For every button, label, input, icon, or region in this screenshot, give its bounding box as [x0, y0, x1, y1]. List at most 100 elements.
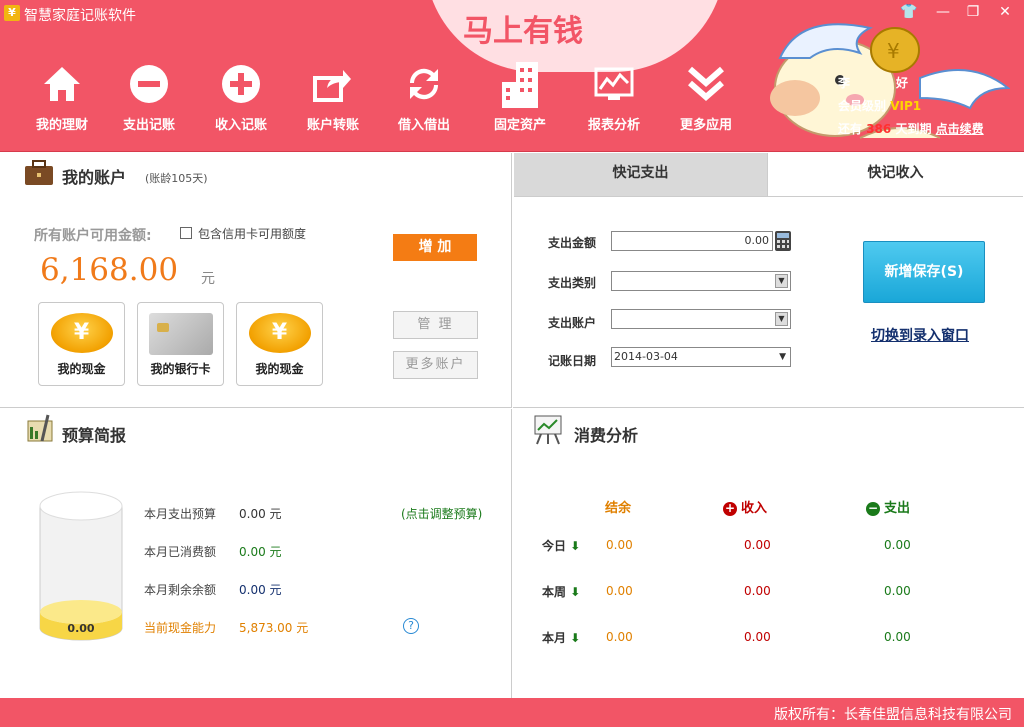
bank-card-icon [148, 313, 213, 355]
date-picker[interactable]: 2014-03-04 ▼ [611, 347, 791, 367]
nav-label: 我的理财 [35, 118, 88, 133]
arrow-down-icon: ⬇ [570, 539, 581, 553]
briefcase-icon [25, 160, 53, 185]
renew-link[interactable]: 点击续费 [936, 122, 984, 136]
header-income: + 收入 [723, 501, 768, 516]
nav-expense[interactable]: 支出记账 [109, 62, 189, 133]
window-title: 智慧家庭记账软件 [24, 8, 136, 24]
analysis-row-month: 本月 ⬇ [542, 631, 581, 645]
amount-input[interactable]: 0.00 [611, 231, 773, 251]
nav-borrow-lend[interactable]: 借入借出 [384, 62, 464, 133]
budget-title: 预算简报 [62, 426, 127, 445]
available-label: 所有账户可用金额: [34, 228, 152, 244]
budget-row: 本月剩余余额 0.00 元 [144, 583, 282, 597]
header-balance: 结余 [605, 501, 632, 516]
transfer-icon [311, 62, 355, 106]
analysis-title: 消费分析 [574, 426, 639, 445]
nav-label: 支出记账 [122, 118, 175, 133]
month-balance: 0.00 [606, 630, 633, 644]
credit-checkbox-label: 包含信用卡可用额度 [198, 227, 307, 241]
account-card-label: 我的现金 [57, 362, 106, 376]
week-balance: 0.00 [606, 584, 633, 598]
total-amount: 6,168.00 [40, 252, 179, 288]
account-card-cash-2[interactable]: ¥ 我的现金 [236, 302, 323, 386]
account-card-label: 我的银行卡 [150, 362, 211, 376]
budget-row: 本月支出预算 0.00 元 [144, 507, 282, 521]
analysis-row-week: 本周 ⬇ [542, 585, 581, 599]
account-title: 我的账户 [62, 168, 127, 187]
help-icon[interactable]: ? [403, 618, 419, 634]
analysis-panel [513, 409, 1024, 698]
yuan-coin-icon: ¥ [248, 313, 311, 353]
account-card-label: 我的现金 [255, 362, 304, 376]
slogan-text: 马上有钱 [463, 14, 583, 49]
month-expense: 0.00 [884, 630, 911, 644]
app-logo-icon: ¥ [4, 5, 20, 21]
user-greeting: 李 好 [838, 76, 908, 90]
minus-circle-icon [127, 62, 171, 106]
month-income: 0.00 [744, 630, 771, 644]
presentation-board-icon [534, 415, 562, 445]
nav-label: 更多应用 [679, 118, 732, 133]
tab-quick-income[interactable]: 快记收入 [767, 153, 1023, 197]
week-expense: 0.00 [884, 584, 911, 598]
minus-circle-icon: − [866, 501, 880, 516]
nav-reports[interactable]: 报表分析 [574, 62, 654, 133]
copyright-text: 版权所有：长春佳盟信息科技有限公司 [774, 707, 1012, 723]
week-income: 0.00 [744, 584, 771, 598]
calculator-icon[interactable] [774, 230, 792, 252]
nav-label: 固定资产 [493, 118, 546, 133]
amount-unit: 元 [201, 271, 215, 287]
nav-income[interactable]: 收入记账 [201, 62, 281, 133]
nav-my-finance[interactable]: 我的理财 [22, 62, 102, 133]
app-header: ¥ 智慧家庭记账软件 马上有钱 👕 — ❐ ✕ 我的理财 支出记账 收入记账 账… [0, 0, 1024, 152]
category-label: 支出类别 [548, 276, 597, 290]
budget-row: 本月已消费额 0.00 元 [144, 545, 282, 559]
switch-window-link[interactable]: 切换到录入窗口 [871, 325, 969, 345]
chart-icon [592, 62, 636, 106]
tab-quick-expense[interactable]: 快记支出 [514, 153, 767, 197]
plus-circle-icon [219, 62, 263, 106]
plus-circle-icon: + [723, 501, 737, 516]
budget-notebook-icon [27, 414, 53, 442]
date-label: 记账日期 [548, 354, 597, 368]
nav-fixed-assets[interactable]: 固定资产 [480, 62, 560, 133]
today-balance: 0.00 [606, 538, 633, 552]
save-button[interactable]: 新增保存(S) [863, 241, 985, 303]
dropdown-arrow-icon: ▼ [775, 274, 788, 288]
more-accounts-button[interactable]: 更多账户 [393, 351, 478, 379]
chevron-down-icon [684, 62, 728, 106]
analysis-row-today: 今日 ⬇ [542, 539, 581, 553]
category-select[interactable]: ▼ [611, 271, 791, 291]
nav-transfer[interactable]: 账户转账 [293, 62, 373, 133]
credit-checkbox[interactable] [180, 227, 192, 239]
budget-row: 当前现金能力 5,873.00 元 [144, 621, 309, 635]
home-icon [40, 62, 84, 106]
today-expense: 0.00 [884, 538, 911, 552]
arrow-down-icon: ⬇ [570, 585, 581, 599]
header-expense: − 支出 [866, 501, 911, 516]
account-select[interactable]: ▼ [611, 309, 791, 329]
nav-label: 借入借出 [397, 118, 450, 133]
footer: 版权所有：长春佳盟信息科技有限公司 [0, 698, 1024, 727]
manage-button[interactable]: 管 理 [393, 311, 478, 339]
add-account-button[interactable]: 增 加 [393, 234, 477, 261]
dropdown-arrow-icon: ▼ [775, 312, 788, 326]
adjust-budget-link[interactable]: (点击调整预算) [401, 505, 482, 522]
today-income: 0.00 [744, 538, 771, 552]
expiry-info: 还有 386 天到期 点击续费 [838, 122, 984, 136]
svg-text:¥: ¥ [887, 39, 900, 63]
nav-label: 收入记账 [214, 118, 267, 133]
account-card-bank[interactable]: 我的银行卡 [137, 302, 224, 386]
refresh-icon [402, 62, 446, 106]
chevron-down-icon: ▼ [779, 352, 786, 362]
arrow-down-icon: ⬇ [570, 631, 581, 645]
building-icon [498, 62, 542, 108]
account-card-cash[interactable]: ¥ 我的现金 [38, 302, 125, 386]
account-age: (账龄105天) [145, 172, 208, 185]
cup-value: 0.00 [67, 622, 95, 635]
nav-more-apps[interactable]: 更多应用 [666, 62, 746, 133]
nav-label: 账户转账 [306, 118, 359, 133]
user-info: 李 好 会员级别 VIP1 还有 386 天到期 点击续费 [838, 72, 984, 141]
amount-label: 支出金额 [548, 236, 597, 250]
